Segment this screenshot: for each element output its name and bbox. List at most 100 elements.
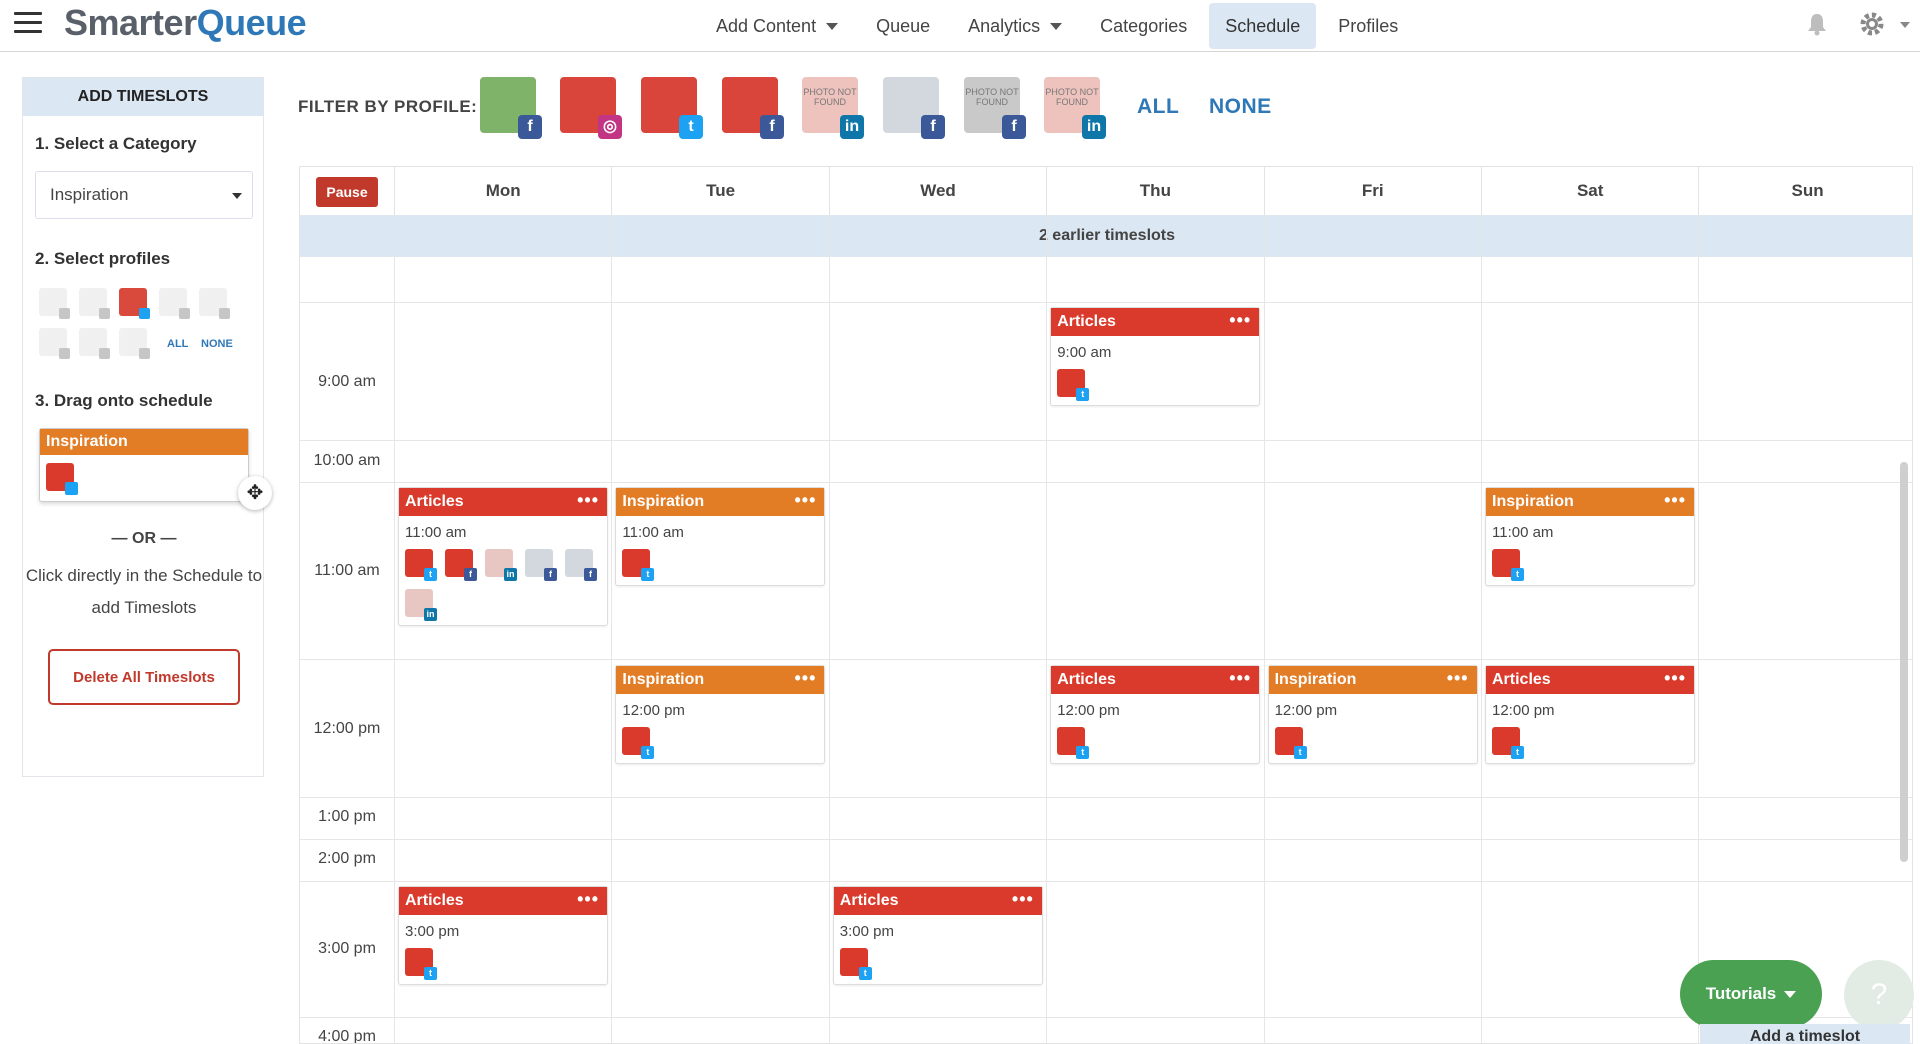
instagram-icon: ◎	[598, 115, 622, 139]
move-icon[interactable]: ✥	[238, 476, 272, 510]
timeslot-card[interactable]: Articles ••• 3:00 pm t	[832, 886, 1043, 985]
timeslot-card[interactable]: Articles ••• 12:00 pm t	[1485, 665, 1695, 764]
nav-profiles[interactable]: Profiles	[1322, 3, 1414, 49]
timeslot-card[interactable]: Articles ••• 12:00 pm t	[1050, 665, 1261, 764]
profile-toggle[interactable]	[39, 288, 70, 319]
add-timeslots-panel: ADD TIMESLOTS 1. Select a Category Inspi…	[22, 77, 272, 777]
more-options-icon[interactable]: •••	[794, 488, 816, 512]
twitter-icon: t	[1293, 746, 1307, 759]
row-divider	[300, 797, 1912, 798]
filter-all-link[interactable]: ALL	[1137, 95, 1179, 119]
twitter-icon: t	[1076, 746, 1090, 759]
more-options-icon[interactable]: •••	[1447, 666, 1469, 690]
more-options-icon[interactable]: •••	[577, 488, 599, 512]
day-header-wed: Wed	[828, 167, 1046, 215]
nav-analytics[interactable]: Analytics	[952, 3, 1078, 49]
row-divider	[300, 659, 1912, 660]
more-options-icon[interactable]: •••	[1664, 488, 1686, 512]
more-options-icon[interactable]: •••	[1229, 308, 1251, 332]
linkedin-icon: in	[1082, 115, 1106, 139]
select-no-profiles-link[interactable]: NONE	[201, 338, 233, 350]
filter-profile-facebook[interactable]: f	[722, 77, 784, 139]
scrollbar[interactable]	[1900, 462, 1908, 862]
twitter-icon: t	[424, 967, 437, 980]
timeslot-profiles: t	[1269, 723, 1477, 763]
nav-categories[interactable]: Categories	[1084, 3, 1203, 49]
profile-toggle[interactable]	[39, 328, 70, 359]
filter-profile-instagram[interactable]: ◎	[560, 77, 622, 139]
timeslot-profiles: t	[1051, 365, 1259, 405]
filter-profile-linkedin[interactable]: PHOTO NOT FOUND in	[802, 77, 864, 139]
day-header-thu: Thu	[1046, 167, 1263, 215]
chevron-down-icon	[232, 193, 242, 199]
twitter-icon: t	[424, 568, 437, 581]
bell-icon[interactable]	[1806, 12, 1828, 36]
more-options-icon[interactable]: •••	[1229, 666, 1251, 690]
more-options-icon[interactable]: •••	[1012, 887, 1034, 911]
timeslot-card[interactable]: Inspiration ••• 11:00 am t	[615, 487, 826, 586]
nav-queue[interactable]: Queue	[860, 3, 946, 49]
filter-profile-linkedin[interactable]: PHOTO NOT FOUND in	[1044, 77, 1106, 139]
hamburger-menu-icon[interactable]	[14, 12, 42, 36]
profile-toggle[interactable]	[119, 328, 150, 359]
timeslot-category: Inspiration •••	[1268, 666, 1477, 694]
timeslot-card[interactable]: Articles ••• 3:00 pm t	[398, 886, 608, 985]
twitter-icon	[65, 482, 78, 495]
filter-profile-facebook[interactable]: f	[883, 77, 945, 139]
app-logo[interactable]: SmarterQueue	[64, 2, 307, 44]
row-divider	[300, 1017, 1912, 1018]
timeslot-category-label: Articles	[839, 892, 899, 909]
twitter-icon: t	[679, 115, 703, 139]
day-header-sun: Sun	[1698, 167, 1912, 215]
timeslot-time: 11:00 am	[1492, 524, 1554, 541]
profile-toggle-selected[interactable]	[119, 288, 150, 319]
timeslot-category-label: Articles	[1057, 313, 1116, 330]
timeslot-profiles: t	[616, 723, 824, 763]
tutorials-button[interactable]: Tutorials	[1680, 960, 1822, 1028]
timeslot-card[interactable]: Articles ••• 9:00 am t	[1050, 307, 1261, 406]
timeslot-category: Inspiration •••	[1486, 488, 1694, 516]
chevron-down-icon[interactable]	[1900, 22, 1910, 28]
column-divider	[828, 215, 830, 1043]
time-label: 10:00 am	[313, 452, 381, 469]
time-label: 1:00 pm	[318, 808, 376, 825]
linkedin-icon: in	[840, 115, 864, 139]
column-divider	[611, 215, 613, 1043]
timeslot-card[interactable]: Inspiration ••• 12:00 pm t	[1267, 665, 1478, 764]
timeslot-card[interactable]: Articles ••• 11:00 am t f in f f in	[398, 487, 608, 626]
profile-avatar: t	[1057, 369, 1090, 401]
more-options-icon[interactable]: •••	[577, 887, 599, 911]
profile-toggle[interactable]	[199, 288, 230, 319]
filter-profile-facebook[interactable]: f	[480, 77, 542, 139]
help-icon[interactable]: ?	[1844, 960, 1914, 1030]
gear-icon[interactable]	[1858, 10, 1886, 38]
twitter-icon: t	[641, 746, 655, 759]
time-label: 11:00 am	[314, 562, 380, 579]
select-all-profiles-link[interactable]: ALL	[167, 338, 188, 350]
nav-add-content[interactable]: Add Content	[700, 3, 854, 49]
filter-none-link[interactable]: NONE	[1209, 95, 1272, 119]
delete-all-timeslots-button[interactable]: Delete All Timeslots	[48, 649, 240, 705]
schedule-calendar[interactable]: Pause 2 earlier timeslots Mon Tue Wed Thu Fr…	[299, 166, 1913, 1044]
earlier-timeslots-bar[interactable]: 2 earlier timeslots	[300, 215, 1912, 257]
more-options-icon[interactable]: •••	[794, 666, 816, 690]
draggable-timeslot-card[interactable]: Inspiration ✥	[39, 428, 272, 510]
facebook-icon: f	[518, 115, 542, 139]
nav-schedule[interactable]: Schedule	[1209, 3, 1317, 49]
category-select[interactable]: Inspiration	[35, 171, 253, 219]
pause-button[interactable]: Pause	[316, 177, 378, 207]
twitter-icon: t	[1076, 388, 1090, 401]
more-options-icon[interactable]: •••	[1664, 666, 1686, 690]
timeslot-category: Inspiration •••	[616, 488, 825, 516]
timeslot-card[interactable]: Inspiration ••• 11:00 am t	[1485, 487, 1695, 586]
filter-profile-facebook[interactable]: PHOTO NOT FOUND f	[964, 77, 1026, 139]
add-timeslot-button[interactable]: Add a timeslot	[1700, 1024, 1910, 1044]
timeslot-category-label: Articles	[405, 493, 464, 510]
click-hint-text: Click directly in the Schedule to add Ti…	[25, 566, 263, 617]
time-label: 4:00 pm	[318, 1028, 376, 1044]
timeslot-card[interactable]: Inspiration ••• 12:00 pm t	[615, 665, 826, 764]
filter-profile-twitter[interactable]: t	[641, 77, 703, 139]
profile-toggle[interactable]	[159, 288, 190, 319]
profile-toggle[interactable]	[79, 288, 110, 319]
profile-toggle[interactable]	[79, 328, 110, 359]
